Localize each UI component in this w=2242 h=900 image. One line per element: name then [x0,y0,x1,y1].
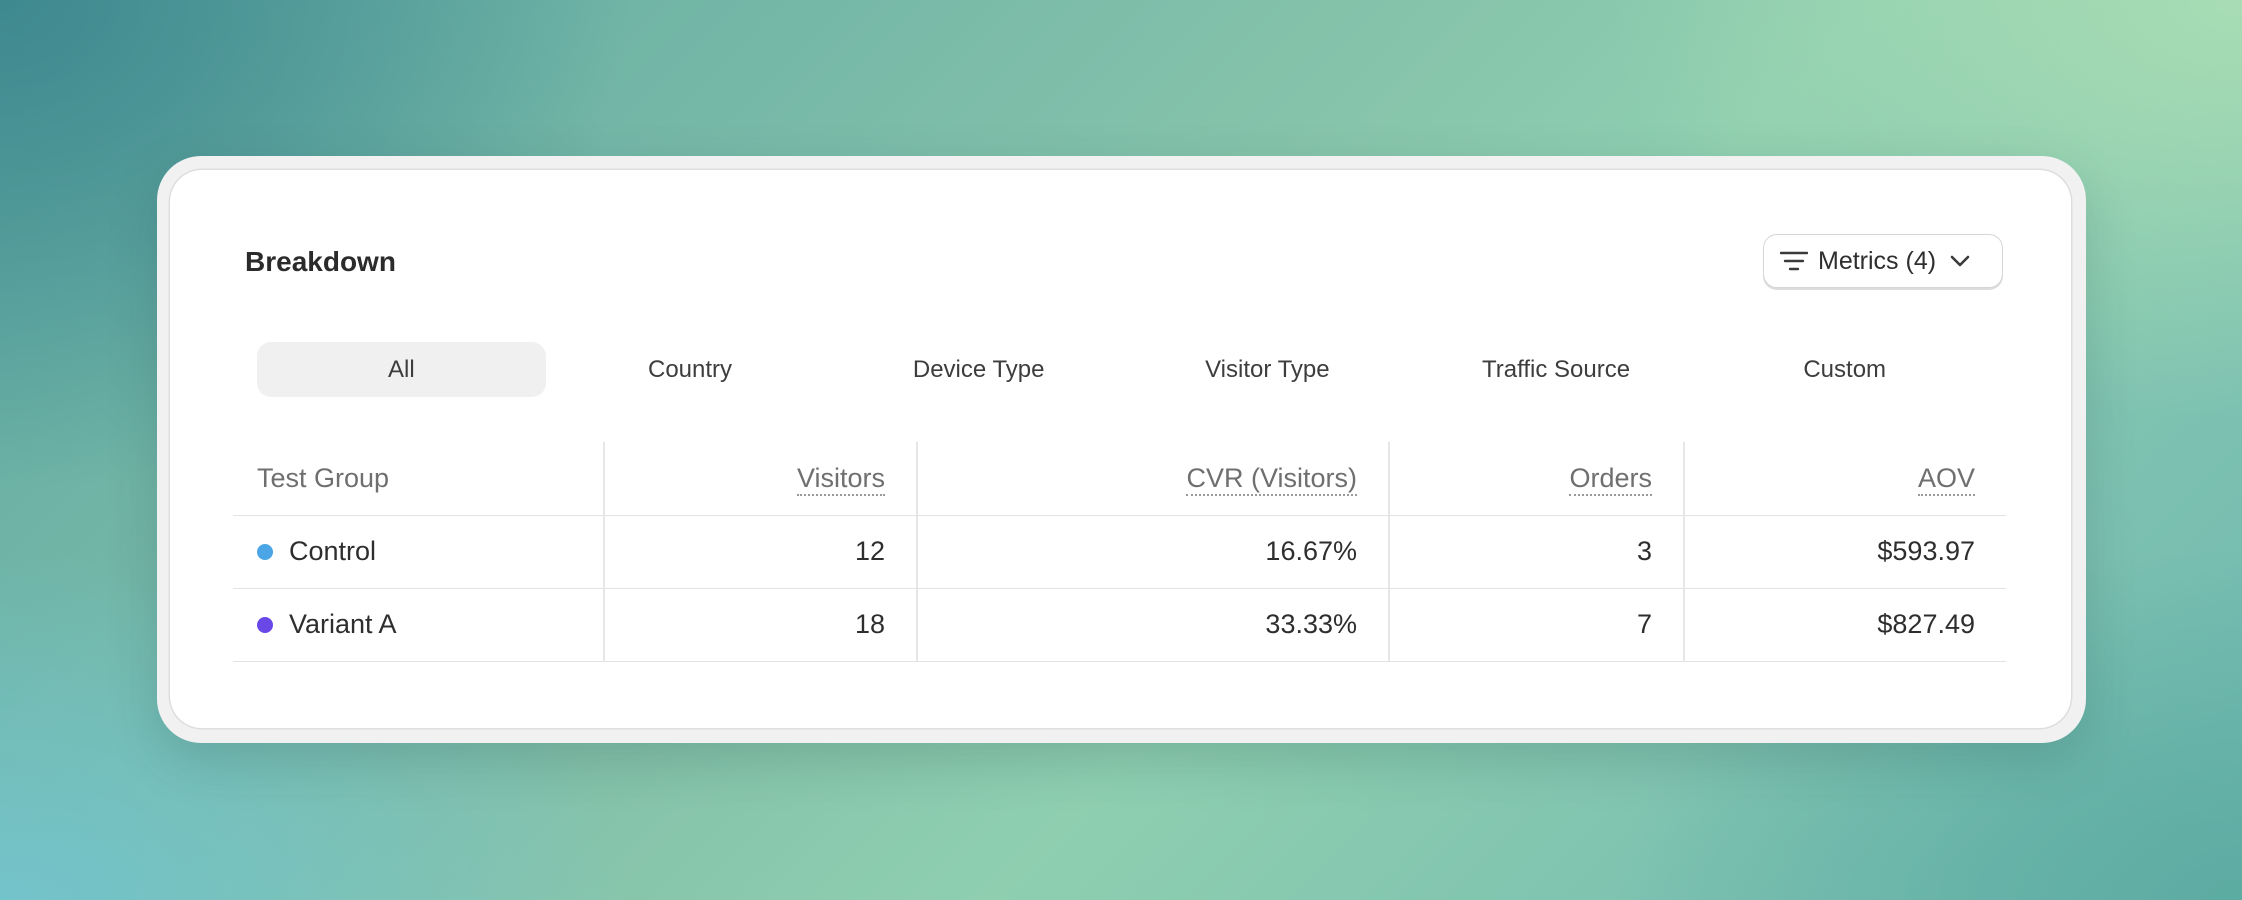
table-row: Variant A 18 33.33% 7 $827.49 [233,588,2006,662]
cell-aov: $593.97 [1683,515,2006,589]
cell-test-group: Variant A [233,588,604,662]
metrics-button-label: Metrics (4) [1818,246,1937,275]
breakdown-card: Breakdown Metrics (4) All Country Device… [170,170,2071,728]
series-color-dot [257,616,273,633]
cell-aov: $827.49 [1683,588,2006,662]
cell-test-group: Control [233,515,604,589]
tab-device-type[interactable]: Device Type [834,342,1123,397]
cell-visitors: 12 [603,515,917,589]
tab-country[interactable]: Country [546,342,835,397]
column-header-test-group: Test Group [233,442,604,516]
breakdown-tabs: All Country Device Type Visitor Type Tra… [257,342,1989,397]
cell-orders: 3 [1388,515,1684,589]
chevron-down-icon [1950,254,1970,268]
column-header-aov[interactable]: AOV [1683,442,2006,516]
series-color-dot [257,543,273,560]
cell-cvr: 16.67% [916,515,1389,589]
cell-orders: 7 [1388,588,1684,662]
column-header-cvr[interactable]: CVR (Visitors) [916,442,1389,516]
tab-custom[interactable]: Custom [1700,342,1989,397]
column-header-visitors[interactable]: Visitors [603,442,917,516]
card-frame: Breakdown Metrics (4) All Country Device… [157,156,2086,743]
card-title: Breakdown [245,246,396,277]
metrics-dropdown-button[interactable]: Metrics (4) [1763,234,2003,288]
tab-all[interactable]: All [257,342,546,397]
tab-visitor-type[interactable]: Visitor Type [1123,342,1412,397]
breakdown-table: Test Group Visitors CVR (Visitors) Order… [233,442,2006,662]
filter-icon [1779,249,1809,273]
tab-traffic-source[interactable]: Traffic Source [1412,342,1701,397]
table-header-row: Test Group Visitors CVR (Visitors) Order… [233,442,2006,516]
column-header-orders[interactable]: Orders [1388,442,1684,516]
cell-visitors: 18 [603,588,917,662]
cell-cvr: 33.33% [916,588,1389,662]
table-row: Control 12 16.67% 3 $593.97 [233,515,2006,589]
